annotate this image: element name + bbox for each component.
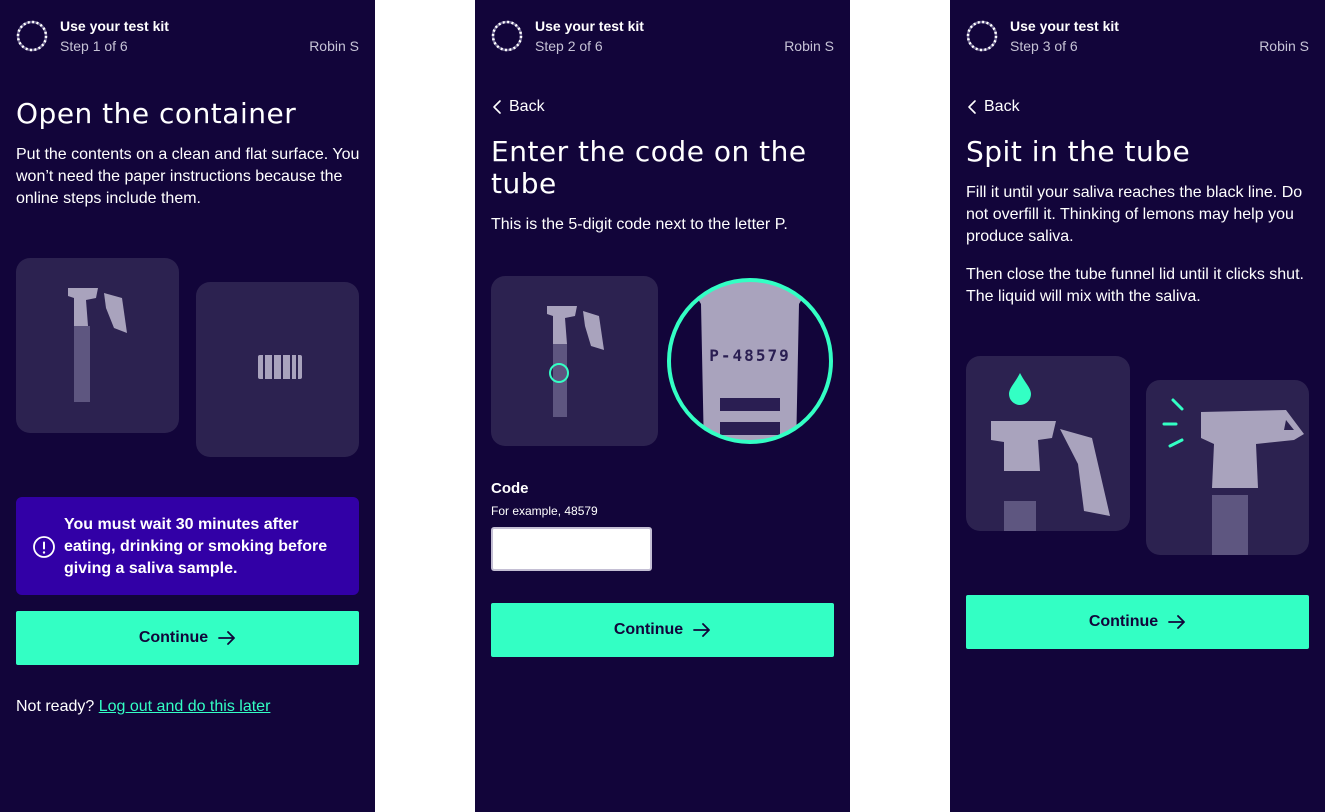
code-field-hint: For example, 48579	[491, 504, 598, 518]
app-header: Use your test kit Step 1 of 6 Robin S	[16, 18, 359, 58]
user-name: Robin S	[309, 38, 359, 54]
header-title: Use your test kit	[535, 18, 644, 34]
barcode-image	[258, 355, 302, 379]
instructions-text: This is the 5-digit code next to the let…	[491, 216, 788, 233]
continue-button[interactable]: Continue	[966, 595, 1309, 649]
close-lid-illustration-tile	[1146, 380, 1309, 555]
progress-ring-icon	[16, 20, 48, 52]
continue-button[interactable]: Continue	[491, 603, 834, 657]
tube-code-location-tile	[491, 276, 658, 446]
saliva-instructions-text: Fill it until your saliva reaches the bl…	[966, 184, 1303, 245]
code-field-label: Code	[491, 480, 529, 497]
header-title: Use your test kit	[60, 18, 169, 34]
page-title: Spit in the tube	[966, 135, 1191, 168]
arrow-right-icon	[218, 631, 236, 645]
code-input[interactable]	[491, 527, 652, 571]
step-indicator: Step 2 of 6	[535, 38, 603, 54]
log-out-link[interactable]: Log out and do this later	[99, 698, 271, 715]
back-label: Back	[509, 98, 545, 115]
not-ready-text: Not ready? Log out and do this later	[16, 698, 270, 716]
arrow-right-icon	[1168, 615, 1186, 629]
continue-button-label: Continue	[1088, 613, 1159, 630]
tube-code-location-image	[547, 306, 604, 417]
screen-step-2: Use your test kit Step 2 of 6 Robin S Ba…	[475, 0, 850, 812]
step-indicator: Step 1 of 6	[60, 38, 128, 54]
instructions-text: Put the contents on a clean and flat sur…	[16, 146, 360, 207]
chevron-left-icon	[493, 100, 501, 114]
progress-ring-icon	[491, 20, 523, 52]
back-button[interactable]: Back	[491, 98, 545, 116]
close-lid-image	[1162, 398, 1304, 555]
page-title: Enter the code on the tube	[491, 135, 807, 200]
alert-text: You must wait 30 minutes after eating, d…	[64, 516, 328, 577]
continue-button-label: Continue	[138, 629, 209, 646]
step-indicator: Step 3 of 6	[1010, 38, 1078, 54]
app-header: Use your test kit Step 2 of 6 Robin S	[491, 18, 834, 58]
continue-button[interactable]: Continue	[16, 611, 359, 665]
screen-step-3: Use your test kit Step 3 of 6 Robin S Ba…	[950, 0, 1325, 812]
continue-button-label: Continue	[613, 621, 684, 638]
tube-code-zoom: P-48579	[666, 276, 834, 446]
tube-funnel-image	[68, 288, 127, 402]
spit-illustration-tile	[966, 356, 1130, 531]
spit-in-tube-image	[991, 373, 1110, 531]
arrow-right-icon	[693, 623, 711, 637]
not-ready-prefix: Not ready?	[16, 698, 95, 715]
app-header: Use your test kit Step 3 of 6 Robin S	[966, 18, 1309, 58]
user-name: Robin S	[784, 38, 834, 54]
back-button[interactable]: Back	[966, 98, 1020, 116]
page-title: Open the container	[16, 97, 297, 130]
user-name: Robin S	[1259, 38, 1309, 54]
lid-instructions-text: Then close the tube funnel lid until it …	[966, 266, 1304, 305]
exclamation-circle-icon	[33, 536, 55, 558]
screen-step-1: Use your test kit Step 1 of 6 Robin S Op…	[0, 0, 375, 812]
barcode-illustration-tile	[196, 282, 359, 457]
progress-ring-icon	[966, 20, 998, 52]
header-title: Use your test kit	[1010, 18, 1119, 34]
back-label: Back	[984, 98, 1020, 115]
chevron-left-icon	[968, 100, 976, 114]
tube-illustration-tile	[16, 258, 179, 433]
tube-code-text: P-48579	[709, 346, 791, 365]
wait-warning-alert: You must wait 30 minutes after eating, d…	[16, 497, 359, 595]
